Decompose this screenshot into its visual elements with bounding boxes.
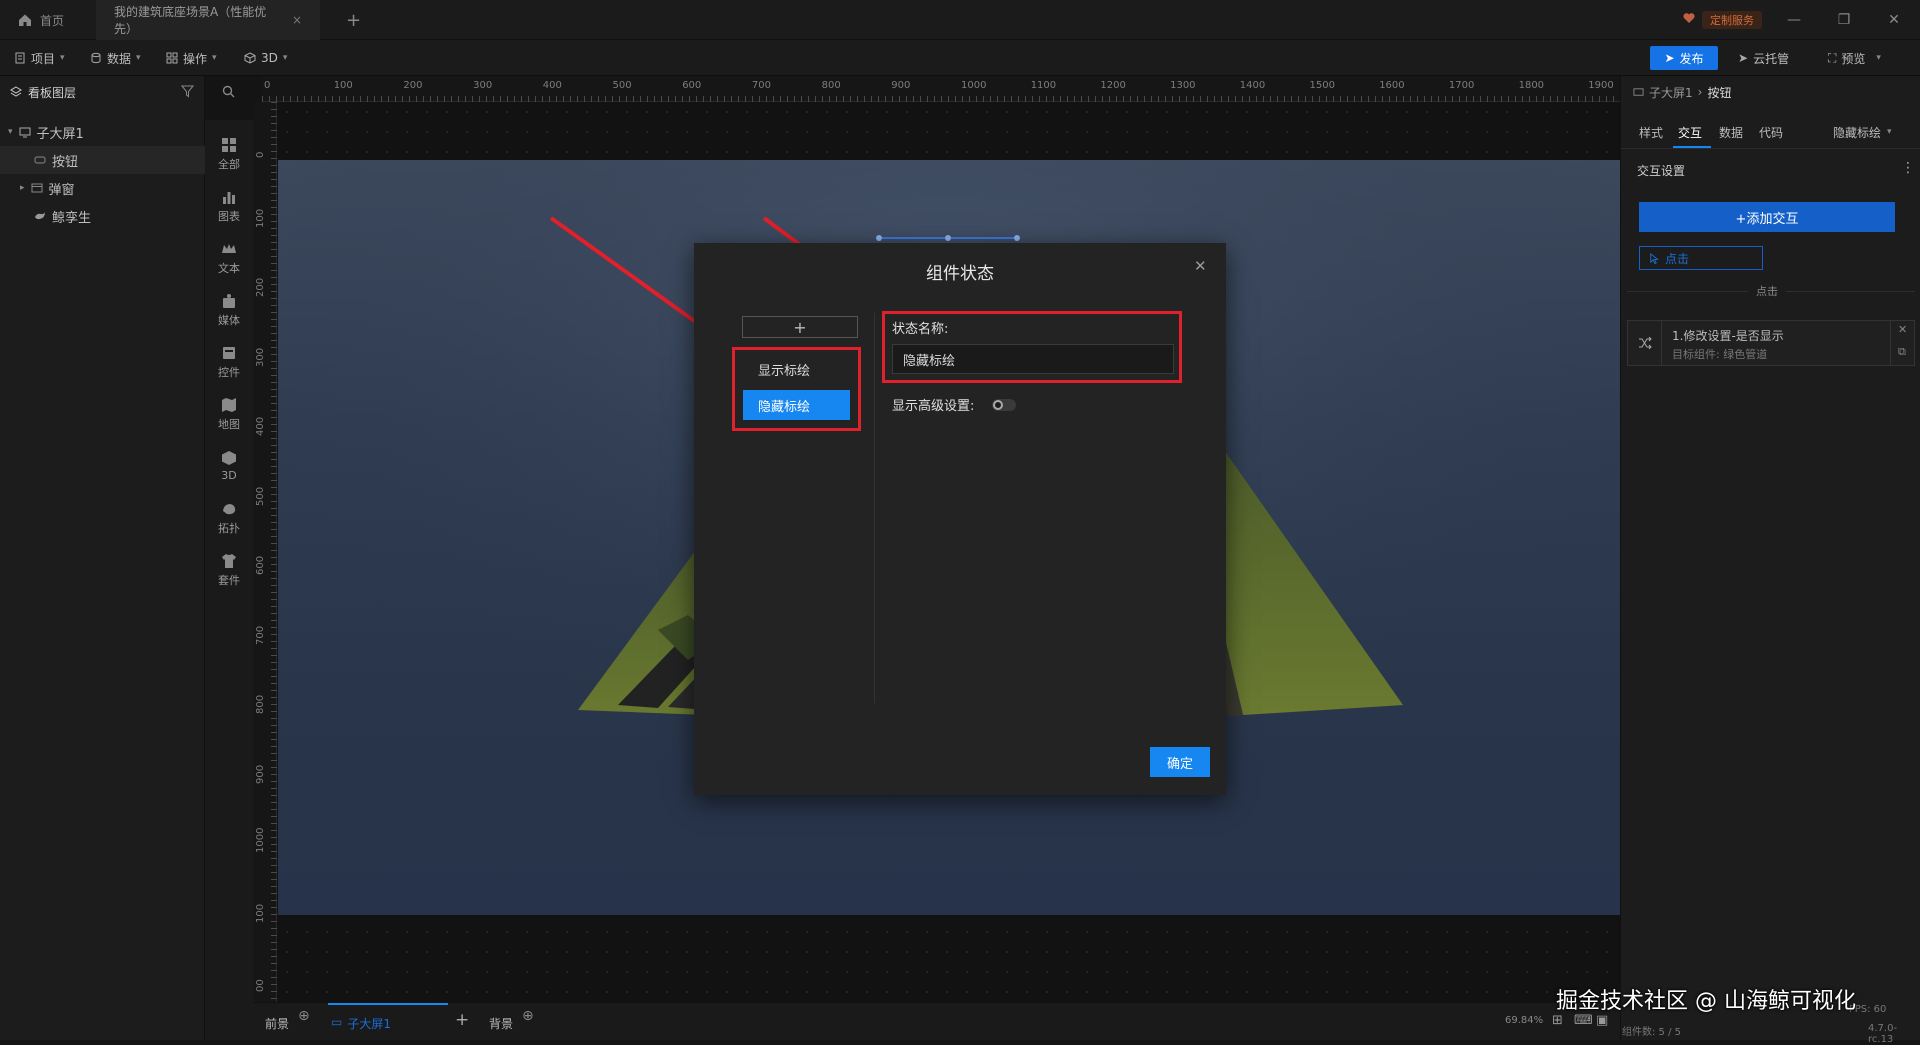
bottom-bar: 前景 ⊕ ▭ 子大屏1 + 背景 ⊕ 69.84% ⊞ ⌨ ▣ [253,1002,1620,1040]
advanced-settings-toggle[interactable] [992,399,1016,411]
active-screen-indicator [328,1003,448,1005]
action-title: 1.修改设置-是否显示 [1672,329,1784,343]
properties-panel: 子大屏1 › 按钮 样式 交互 数据 代码 隐藏标绘 ▾ 交互设置 ⋮ +添加交… [1620,76,1920,1040]
tab-code[interactable]: 代码 [1759,118,1783,146]
tab-interaction[interactable]: 交互 [1678,118,1702,146]
zoom-level[interactable]: 69.84% [1505,1015,1543,1026]
chevron-down-icon: ▾ [1887,127,1892,137]
component-state-dialog: 组件状态 ✕ + 显示标绘 隐藏标绘 状态名称: 隐藏标绘 显示高级设置: 确定 [694,243,1226,795]
breadcrumb-parent[interactable]: 子大屏1 [1649,84,1693,101]
copy-action-icon[interactable]: ⧉ [1898,345,1906,359]
add-screen-icon[interactable]: + [455,1010,469,1030]
close-icon[interactable]: ✕ [1194,257,1207,275]
section-title: 交互设置 [1637,164,1686,178]
component-count: 组件数: 5 / 5 [1622,1027,1681,1038]
state-name-input[interactable]: 隐藏标绘 [892,344,1174,374]
state-item-label: 隐藏标绘 [758,399,811,415]
action-subtitle: 目标组件: 绿色管道 [1672,348,1768,361]
tab-interaction-label: 交互 [1678,125,1703,140]
state-item-selected[interactable]: 隐藏标绘 [743,390,850,420]
state-name-label: 状态名称: [892,322,949,337]
version-label: 4.7.0-rc.13 [1868,1023,1898,1045]
screen-tab[interactable]: ▭ 子大屏1 [331,1015,391,1032]
toggle-knob [993,400,1003,410]
screen-tab-label: 子大屏1 [347,1017,391,1031]
confirm-button[interactable]: 确定 [1150,747,1210,777]
tab-data[interactable]: 数据 [1719,118,1743,146]
tab-divider [1621,148,1920,149]
add-interaction-button[interactable]: +添加交互 [1639,202,1895,232]
state-name-value: 隐藏标绘 [903,353,956,369]
state-select[interactable]: 隐藏标绘 ▾ [1833,118,1892,146]
watermark: 掘金技术社区 @ 山海鲸可视化 [1556,989,1856,1014]
foreground-label[interactable]: 前景 [265,1015,289,1032]
state-select-value: 隐藏标绘 [1833,125,1882,140]
tab-code-label: 代码 [1759,125,1784,140]
more-options-icon[interactable]: ⋮ [1901,160,1915,176]
trigger-label: 点击 [1665,251,1690,266]
divider-label: 点击 [1748,283,1786,299]
keyboard-icon[interactable]: ⌨ [1574,1013,1593,1028]
state-item[interactable]: 显示标绘 [743,355,850,383]
resize-handle[interactable] [1014,235,1020,241]
breadcrumb-current: 按钮 [1707,85,1732,100]
fit-screen-icon[interactable]: ⊞ [1552,1013,1563,1028]
state-item-label: 显示标绘 [758,363,811,379]
delete-action-icon[interactable]: ✕ [1898,323,1907,336]
confirm-label: 确定 [1166,756,1193,772]
action-card-divider [1890,321,1891,365]
add-foreground-icon[interactable]: ⊕ [298,1008,310,1024]
add-background-icon[interactable]: ⊕ [522,1008,534,1024]
monitor-icon: ▭ [331,1015,343,1029]
add-interaction-label: +添加交互 [1735,211,1799,227]
tab-data-label: 数据 [1719,125,1744,140]
tab-style[interactable]: 样式 [1639,118,1663,146]
pointer-icon [1648,252,1659,264]
resize-handle[interactable] [876,235,882,241]
dialog-title: 组件状态 [926,264,994,284]
shuffle-icon [1628,321,1662,365]
trigger-chip[interactable]: 点击 [1639,246,1763,270]
terminal-icon[interactable]: ▣ [1596,1013,1608,1028]
dialog-divider [874,313,875,703]
interaction-action-card[interactable]: 1.修改设置-是否显示 目标组件: 绿色管道 ✕ ⧉ [1627,320,1915,366]
breadcrumb-separator-icon: › [1697,85,1703,99]
add-state-button[interactable]: + [742,316,858,338]
tab-style-label: 样式 [1639,125,1664,140]
resize-handle[interactable] [945,235,951,241]
breadcrumb: 子大屏1 › 按钮 [1633,76,1731,108]
background-label[interactable]: 背景 [489,1015,513,1032]
monitor-icon [1633,87,1644,98]
advanced-settings-label: 显示高级设置: [892,399,975,414]
plus-icon: + [793,317,807,337]
